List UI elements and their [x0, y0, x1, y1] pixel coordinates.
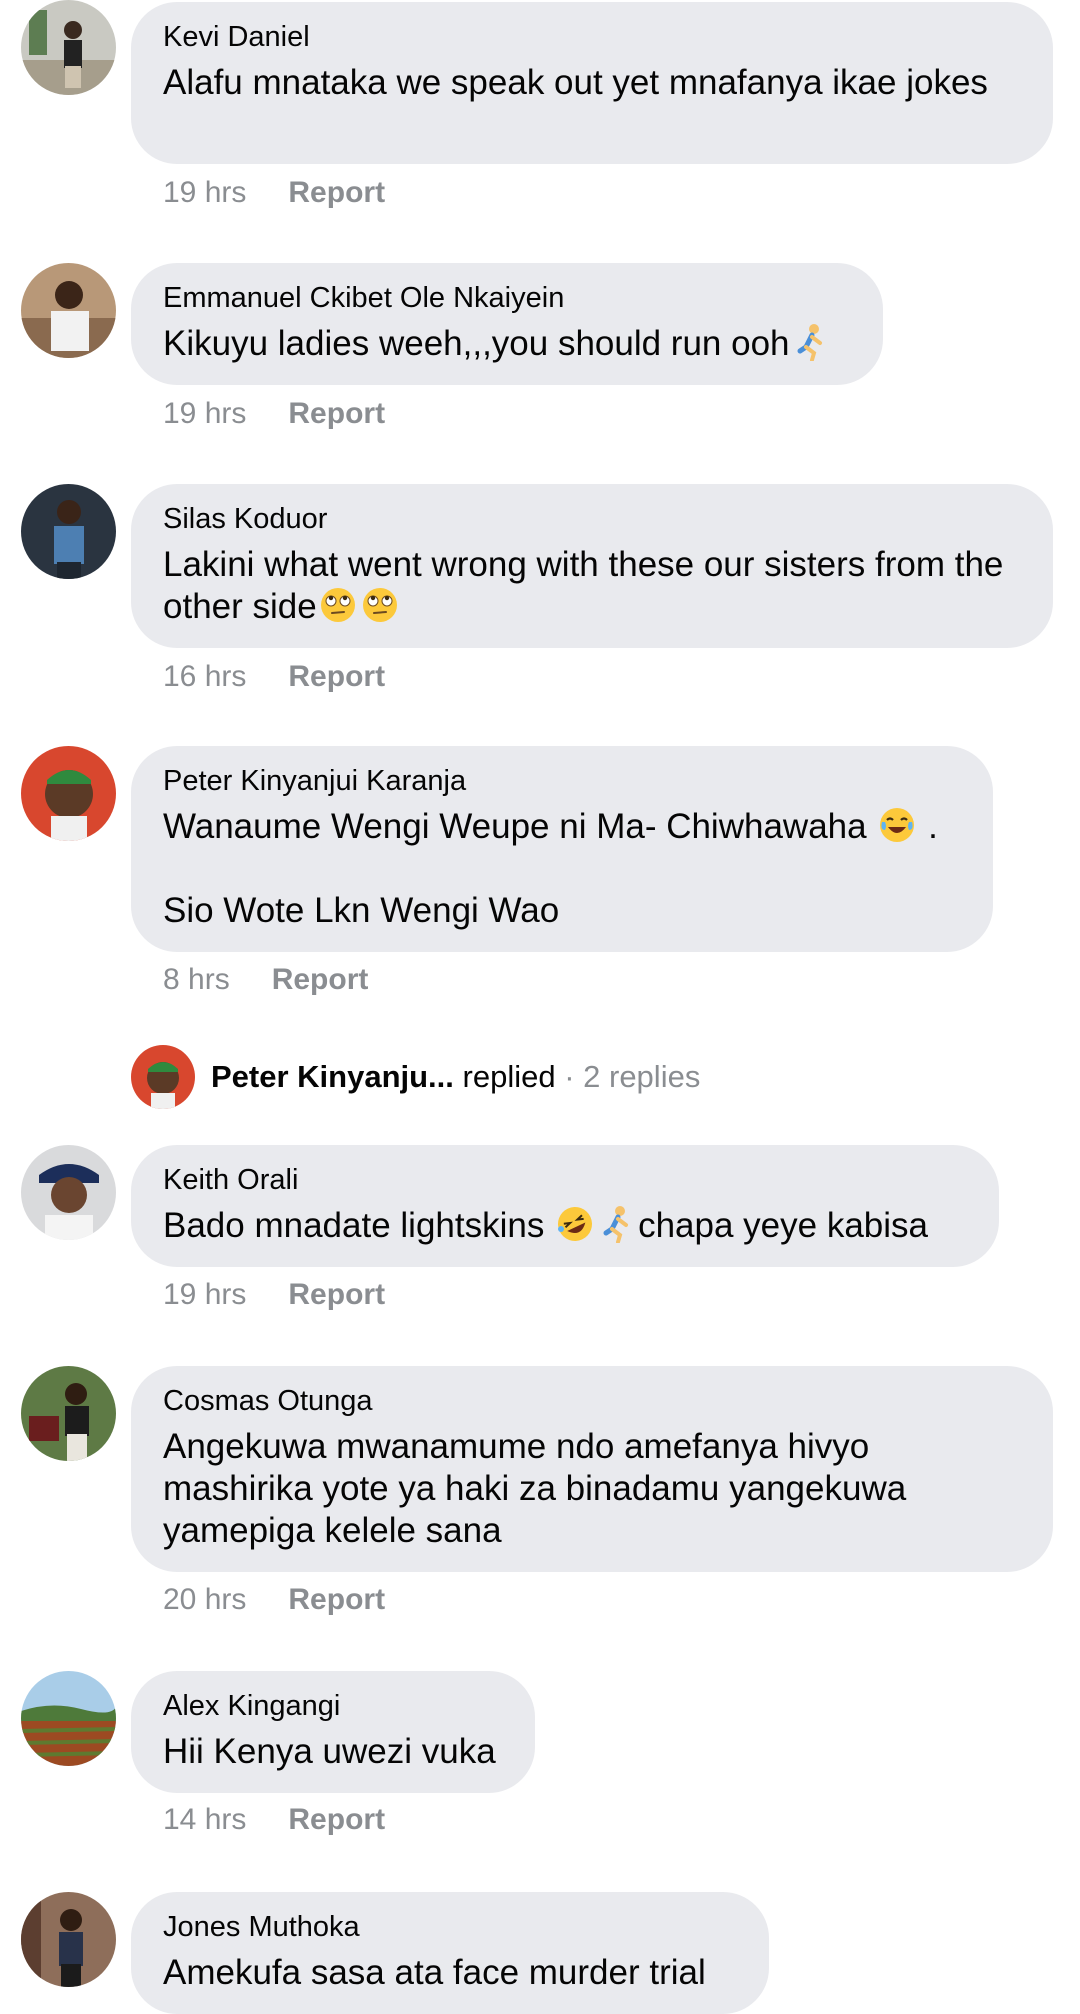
- reply-summary[interactable]: Peter Kinyanju... replied · 2 replies: [211, 1059, 700, 1095]
- comment-meta: 19 hrs Report: [163, 176, 385, 210]
- avatar[interactable]: [21, 746, 116, 841]
- person-running-icon: [792, 323, 830, 361]
- person-running-icon: [598, 1205, 636, 1243]
- avatar[interactable]: [21, 484, 116, 579]
- reply-avatar: [131, 1045, 195, 1109]
- face-with-tears-of-joy-icon: [878, 806, 916, 844]
- comment-text: Alafu mnataka we speak out yet mnafanya …: [163, 63, 988, 102]
- face-with-rolling-eyes-icon: [361, 586, 399, 624]
- comment-author[interactable]: Jones Muthoka: [163, 1910, 737, 1944]
- report-button[interactable]: Report: [288, 1583, 385, 1617]
- comment-bubble[interactable]: Alex Kingangi Hii Kenya uwezi vuka: [131, 1671, 535, 1793]
- view-replies-link[interactable]: Peter Kinyanju... replied · 2 replies: [131, 1045, 700, 1109]
- comment-text: Hii Kenya uwezi vuka: [163, 1732, 496, 1771]
- comment-meta: 8 hrs Report: [163, 963, 368, 997]
- comment-author[interactable]: Kevi Daniel: [163, 20, 1021, 54]
- comment-time[interactable]: 19 hrs: [163, 176, 246, 210]
- comment-bubble[interactable]: Kevi Daniel Alafu mnataka we speak out y…: [131, 2, 1053, 164]
- reply-action: replied: [453, 1059, 556, 1094]
- avatar[interactable]: [21, 1671, 116, 1766]
- comment-bubble[interactable]: Jones Muthoka Amekufa sasa ata face murd…: [131, 1892, 769, 2014]
- comment-author[interactable]: Cosmas Otunga: [163, 1384, 1021, 1418]
- avatar[interactable]: [21, 1892, 116, 1987]
- comment-time[interactable]: 16 hrs: [163, 660, 246, 694]
- comment-text-start: Bado mnadate lightskins: [163, 1206, 545, 1245]
- comment-text: Bado mnadate lightskins chapa yeye kabis…: [163, 1205, 967, 1247]
- comment-bubble[interactable]: Silas Koduor Lakini what went wrong with…: [131, 484, 1053, 648]
- comment-author[interactable]: Alex Kingangi: [163, 1689, 503, 1723]
- reply-count[interactable]: · 2 replies: [556, 1059, 700, 1094]
- comment-meta: 14 hrs Report: [163, 1803, 385, 1837]
- comment-bubble[interactable]: Cosmas Otunga Angekuwa mwanamume ndo ame…: [131, 1366, 1053, 1572]
- comment-text: Angekuwa mwanamume ndo amefanya hivyo ma…: [163, 1427, 916, 1550]
- avatar[interactable]: [21, 0, 116, 95]
- comment-meta: 20 hrs Report: [163, 1583, 385, 1617]
- comment-time[interactable]: 8 hrs: [163, 963, 230, 997]
- avatar[interactable]: [21, 1145, 116, 1240]
- comment-author[interactable]: Silas Koduor: [163, 502, 1021, 536]
- report-button[interactable]: Report: [288, 1278, 385, 1312]
- comment-text-tail: .: [928, 807, 938, 846]
- comment-meta: 16 hrs Report: [163, 660, 385, 694]
- report-button[interactable]: Report: [288, 176, 385, 210]
- avatar[interactable]: [21, 263, 116, 358]
- face-with-rolling-eyes-icon: [319, 586, 357, 624]
- comment-time[interactable]: 20 hrs: [163, 1583, 246, 1617]
- comment-author[interactable]: Peter Kinyanjui Karanja: [163, 764, 961, 798]
- report-button[interactable]: Report: [288, 397, 385, 431]
- comment-time[interactable]: 19 hrs: [163, 397, 246, 431]
- reply-author[interactable]: Peter Kinyanju...: [211, 1059, 454, 1094]
- comment-bubble[interactable]: Keith Orali Bado mnadate lightskins chap…: [131, 1145, 999, 1267]
- comment-author[interactable]: Emmanuel Ckibet Ole Nkaiyein: [163, 281, 851, 315]
- comment-text-second: Sio Wote Lkn Wengi Wao: [163, 891, 560, 930]
- report-button[interactable]: Report: [288, 660, 385, 694]
- comment-text-line: Wanaume Wengi Weupe ni Ma- Chiwhawaha: [163, 807, 867, 846]
- comment-bubble[interactable]: Emmanuel Ckibet Ole Nkaiyein Kikuyu ladi…: [131, 263, 883, 385]
- comment-meta: 19 hrs Report: [163, 397, 385, 431]
- comment-time[interactable]: 19 hrs: [163, 1278, 246, 1312]
- comment-text: Wanaume Wengi Weupe ni Ma- Chiwhawaha .: [163, 806, 961, 848]
- comment-text: Lakini what went wrong with these our si…: [163, 544, 1021, 628]
- comment-bubble[interactable]: Peter Kinyanjui Karanja Wanaume Wengi We…: [131, 746, 993, 952]
- report-button[interactable]: Report: [272, 963, 369, 997]
- comment-meta: 19 hrs Report: [163, 1278, 385, 1312]
- comment-text-content: Lakini what went wrong with these our si…: [163, 545, 1014, 626]
- comment-text-end: chapa yeye kabisa: [638, 1206, 928, 1245]
- comment-author[interactable]: Keith Orali: [163, 1163, 967, 1197]
- rolling-on-the-floor-laughing-icon: [556, 1205, 594, 1243]
- comment-text-content: Kikuyu ladies weeh,,,you should run ooh: [163, 324, 790, 363]
- avatar[interactable]: [21, 1366, 116, 1461]
- comment-time[interactable]: 14 hrs: [163, 1803, 246, 1837]
- comment-text: Amekufa sasa ata face murder trial: [163, 1953, 706, 1992]
- comment-text: Kikuyu ladies weeh,,,you should run ooh: [163, 323, 851, 365]
- report-button[interactable]: Report: [288, 1803, 385, 1837]
